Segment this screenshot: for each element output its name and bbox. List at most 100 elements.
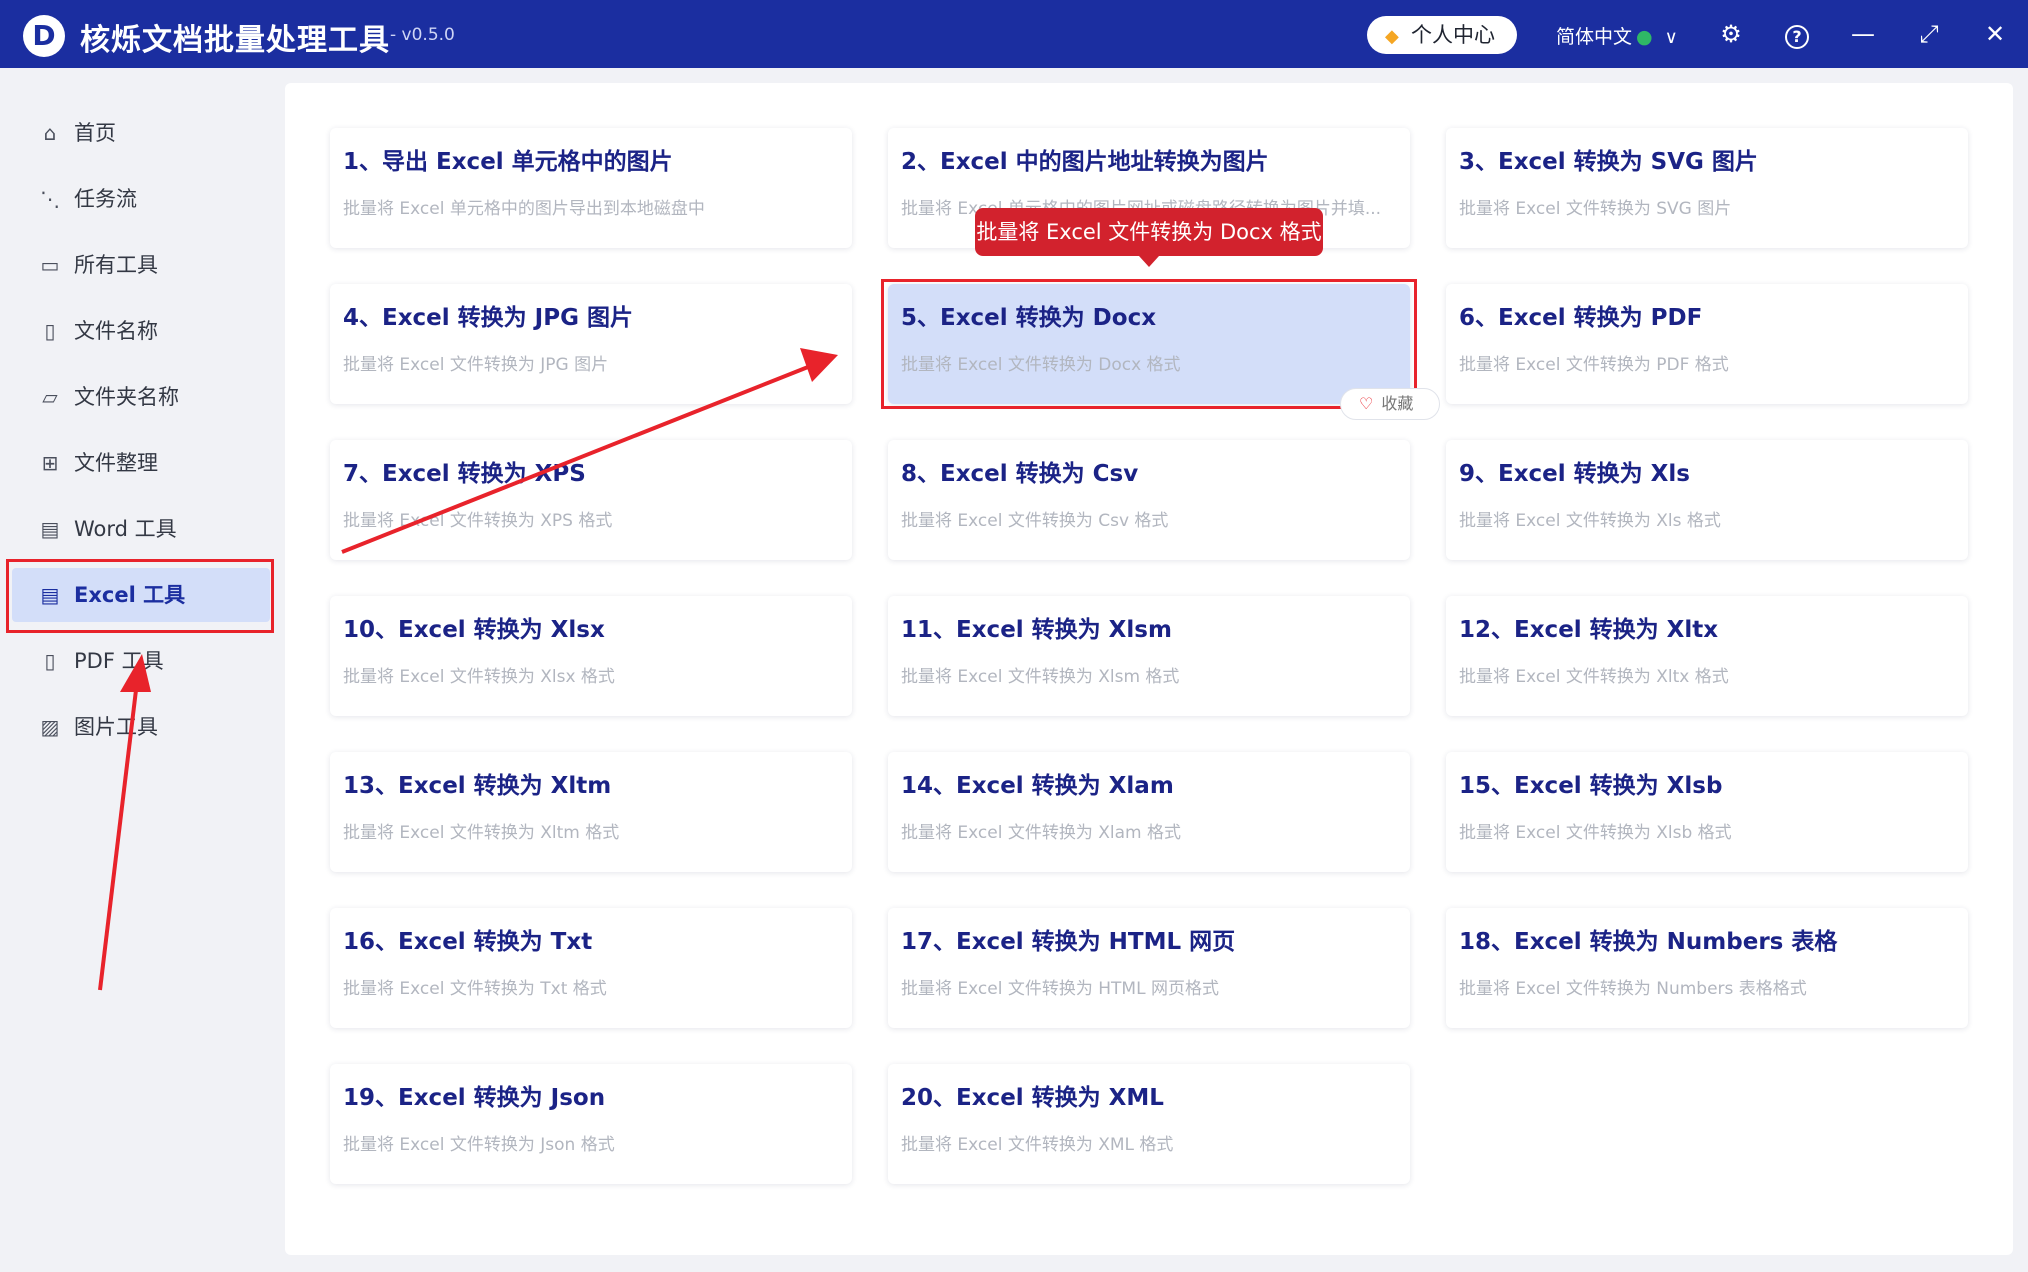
sidebar-item-label: 文件整理	[74, 451, 158, 475]
tool-card[interactable]: 17、Excel 转换为 HTML 网页批量将 Excel 文件转换为 HTML…	[888, 908, 1410, 1028]
sidebar-item-pdf-tools[interactable]: ▯ PDF 工具	[12, 634, 270, 688]
app-version: - v0.5.0	[390, 25, 455, 45]
tool-card-title: 10、Excel 转换为 Xlsx	[343, 617, 605, 643]
monitor-icon: ▭	[40, 253, 60, 277]
sidebar-item-image-tools[interactable]: ▨ 图片工具	[12, 700, 270, 754]
tool-card-description: 批量将 Excel 文件转换为 Xltx 格式	[1459, 667, 1729, 687]
language-label: 简体中文	[1556, 26, 1633, 48]
title-bar: D 核烁文档批量处理工具 - v0.5.0 ◆ 个人中心 简体中文 ● ∨ ⚙ ? —…	[0, 0, 2028, 68]
tool-card-description: 批量将 Excel 文件转换为 PDF 格式	[1459, 355, 1729, 375]
tool-card-title: 12、Excel 转换为 Xltx	[1459, 617, 1719, 643]
tool-card-description: 批量将 Excel 文件转换为 SVG 图片	[1459, 199, 1732, 219]
tool-card-title: 11、Excel 转换为 Xlsm	[901, 617, 1172, 643]
tool-card[interactable]: 8、Excel 转换为 Csv 批量将 Excel 文件转换为 Csv 格式	[888, 440, 1410, 560]
sidebar-item-label: 图片工具	[74, 715, 158, 739]
tool-card[interactable]: 13、Excel 转换为 Xltm 批量将 Excel 文件转换为 Xltm 格式	[330, 752, 852, 872]
tool-card[interactable]: 7、Excel 转换为 XPS 批量将 Excel 文件转换为 XPS 格式	[330, 440, 852, 560]
excel-tools-highlight-box	[6, 559, 274, 633]
app-logo-icon: D	[23, 15, 65, 57]
workflow-icon: ⋱	[40, 187, 60, 211]
image-icon: ▨	[40, 715, 60, 739]
settings-gear-icon[interactable]: ⚙	[1714, 17, 1748, 51]
close-icon[interactable]: ✕	[1978, 17, 2012, 51]
sidebar-item-label: 文件夹名称	[74, 385, 179, 409]
tool-card[interactable]: 6、Excel 转换为 PDF 批量将 Excel 文件转换为 PDF 格式	[1446, 284, 1968, 404]
tool-card-description: 批量将 Excel 文件转换为 Xlam 格式	[901, 823, 1181, 843]
sidebar-item-label: Word 工具	[74, 517, 177, 541]
tool-card-title: 1、导出 Excel 单元格中的图片	[343, 149, 673, 175]
tool-card[interactable]: 9、Excel 转换为 Xls 批量将 Excel 文件转换为 Xls 格式	[1446, 440, 1968, 560]
tool-card[interactable]: 3、Excel 转换为 SVG 图片批量将 Excel 文件转换为 SVG 图片	[1446, 128, 1968, 248]
sidebar-item-all-tools[interactable]: ▭ 所有工具	[12, 238, 270, 292]
tool-card-title: 9、Excel 转换为 Xls	[1459, 461, 1690, 487]
minimize-icon[interactable]: —	[1846, 17, 1880, 51]
pdf-icon: ▯	[44, 649, 56, 673]
sidebar-item-label: 任务流	[74, 187, 137, 211]
sidebar-item-label: 首页	[74, 121, 116, 145]
tool-card[interactable]: 10、Excel 转换为 Xlsx 批量将 Excel 文件转换为 Xlsx 格式	[330, 596, 852, 716]
tool-card-title: 7、Excel 转换为 XPS	[343, 461, 586, 487]
chevron-down-icon: ∨	[1664, 27, 1678, 48]
tool-card-description: 批量将 Excel 文件转换为 Xltm 格式	[343, 823, 620, 843]
sidebar-item-label: 文件名称	[74, 319, 158, 343]
language-selector[interactable]: 简体中文 ● ∨	[1556, 22, 1678, 49]
tool-card-description: 批量将 Excel 文件转换为 Xls 格式	[1459, 511, 1721, 531]
globe-icon: ●	[1636, 26, 1653, 48]
sidebar-item-folder-name[interactable]: ▱ 文件夹名称	[12, 370, 270, 424]
sidebar-item-file-organize[interactable]: ⊞ 文件整理	[12, 436, 270, 490]
sidebar-item-home[interactable]: ⌂ 首页	[12, 106, 270, 160]
tool-card-description: 批量将 Excel 文件转换为 Xlsm 格式	[901, 667, 1180, 687]
tool-card-description: 批量将 Excel 文件转换为 Xlsx 格式	[343, 667, 615, 687]
word-icon: ▤	[40, 517, 60, 541]
folder-icon: ▱	[42, 385, 58, 409]
organize-icon: ⊞	[41, 451, 59, 475]
tool-card[interactable]: 18、Excel 转换为 Numbers 表格 批量将 Excel 文件转换为 N…	[1446, 908, 1968, 1028]
sidebar-item-label: 所有工具	[74, 253, 158, 277]
tool-card-title: 17、Excel 转换为 HTML 网页	[901, 929, 1236, 955]
tool-card-description: 批量将 Excel 文件转换为 Csv 格式	[901, 511, 1169, 531]
tool-card-title: 6、Excel 转换为 PDF	[1459, 305, 1703, 331]
tool-card[interactable]: 19、Excel 转换为 Json 批量将 Excel 文件转换为 Json 格式	[330, 1064, 852, 1184]
tool-card[interactable]: 11、Excel 转换为 Xlsm 批量将 Excel 文件转换为 Xlsm 格式	[888, 596, 1410, 716]
tool-card[interactable]: 1、导出 Excel 单元格中的图片批量将 Excel 单元格中的图片导出到本地…	[330, 128, 852, 248]
tool-card[interactable]: 4、Excel 转换为 JPG 图片批量将 Excel 文件转换为 JPG 图片	[330, 284, 852, 404]
tool-card[interactable]: 12、Excel 转换为 Xltx 批量将 Excel 文件转换为 Xltx 格式	[1446, 596, 1968, 716]
tool-card-description: 批量将 Excel 文件转换为 Json 格式	[343, 1135, 615, 1155]
file-name-icon: ▯	[44, 319, 56, 343]
sidebar-item-workflow[interactable]: ⋱ 任务流	[12, 172, 270, 226]
sidebar: ⌂ 首页 ⋱ 任务流 ▭ 所有工具 ▯ 文件名称 ▱ 文件夹名称 ⊞ 文件整理 ▤ Word …	[0, 68, 280, 1272]
favorite-button[interactable]: ♡ 收藏	[1340, 388, 1440, 420]
maximize-icon[interactable]: ⤢	[1912, 17, 1946, 51]
tool-card-title: 14、Excel 转换为 Xlam	[901, 773, 1174, 799]
tool-card-description: 批量将 Excel 文件转换为 XPS 格式	[343, 511, 613, 531]
tool-card-description: 批量将 Excel 单元格中的图片导出到本地磁盘中	[343, 199, 705, 219]
sidebar-item-label: PDF 工具	[74, 649, 164, 673]
tool-card[interactable]: 15、Excel 转换为 Xlsb 批量将 Excel 文件转换为 Xlsb 格式	[1446, 752, 1968, 872]
app-title: 核烁文档批量处理工具	[80, 23, 390, 58]
tool-card-title: 16、Excel 转换为 Txt	[343, 929, 593, 955]
sidebar-item-file-name[interactable]: ▯ 文件名称	[12, 304, 270, 358]
home-icon: ⌂	[43, 121, 57, 145]
tool-card-title: 19、Excel 转换为 Json	[343, 1085, 606, 1111]
tool-card[interactable]: 20、Excel 转换为 XML 批量将 Excel 文件转换为 XML 格式	[888, 1064, 1410, 1184]
selected-card-highlight-box	[881, 279, 1417, 409]
tool-card[interactable]: 14、Excel 转换为 Xlam 批量将 Excel 文件转换为 Xlam 格式	[888, 752, 1410, 872]
user-center-label: 个人中心	[1411, 23, 1495, 47]
heart-icon: ♡	[1359, 394, 1374, 413]
sidebar-item-word-tools[interactable]: ▤ Word 工具	[12, 502, 270, 556]
tool-card-title: 4、Excel 转换为 JPG 图片	[343, 305, 633, 331]
user-center-button[interactable]: ◆ 个人中心	[1367, 16, 1517, 54]
tool-card[interactable]: 16、Excel 转换为 Txt 批量将 Excel 文件转换为 Txt 格式	[330, 908, 852, 1028]
vip-gem-icon: ◆	[1385, 26, 1399, 47]
tool-card-description: 批量将 Excel 文件转换为 JPG 图片	[343, 355, 609, 375]
tool-card-title: 8、Excel 转换为 Csv	[901, 461, 1139, 487]
tooltip: 批量将 Excel 文件转换为 Docx 格式	[975, 208, 1323, 267]
tool-card-title: 3、Excel 转换为 SVG 图片	[1459, 149, 1758, 175]
tool-card-title: 13、Excel 转换为 Xltm	[343, 773, 612, 799]
tool-card-description: 批量将 Excel 文件转换为 Txt 格式	[343, 979, 607, 999]
tool-card-description: 批量将 Excel 文件转换为 HTML 网页格式	[901, 979, 1219, 999]
tool-card-title: 15、Excel 转换为 Xlsb	[1459, 773, 1723, 799]
help-icon[interactable]: ?	[1780, 17, 1814, 51]
tool-card-title: 18、Excel 转换为 Numbers 表格	[1459, 929, 1838, 955]
favorite-label: 收藏	[1381, 394, 1414, 413]
